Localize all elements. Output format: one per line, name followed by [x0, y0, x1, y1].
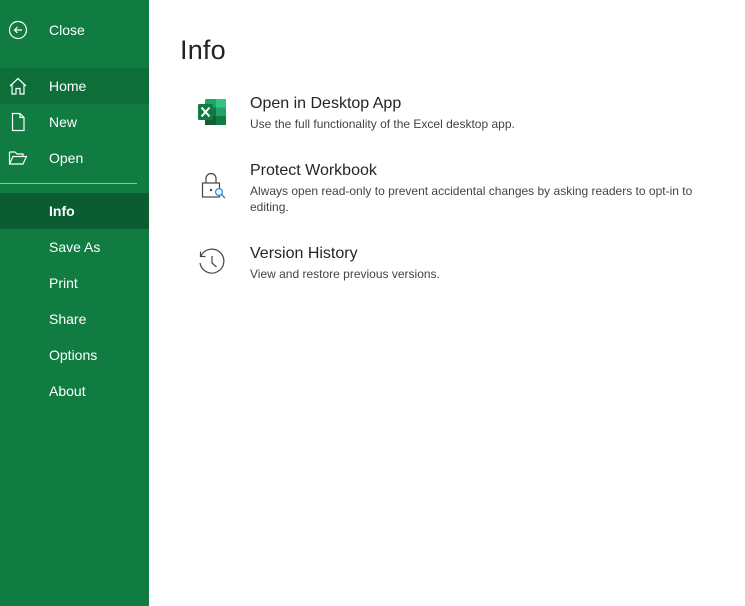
sidebar-item-label: New [49, 114, 78, 130]
sidebar-item-label: Info [49, 203, 75, 219]
sidebar-item-info[interactable]: Info [0, 193, 149, 229]
item-title: Protect Workbook [250, 162, 377, 179]
sidebar-item-save-as[interactable]: Save As [0, 229, 149, 265]
sidebar-item-label: Print [49, 275, 78, 291]
folder-open-icon [8, 148, 28, 168]
sidebar-divider [0, 183, 137, 184]
back-arrow-icon [8, 20, 28, 40]
sidebar-item-about[interactable]: About [0, 373, 149, 409]
excel-logo-icon [195, 95, 229, 129]
close-label: Close [49, 22, 85, 38]
sidebar-item-open[interactable]: Open [0, 140, 149, 176]
sidebar-item-print[interactable]: Print [0, 265, 149, 301]
sidebar-item-label: Save As [49, 239, 101, 255]
version-history-button[interactable]: Version History View and restore previou… [189, 245, 739, 285]
info-panel: Info Open in Desktop App Use the full fu… [149, 0, 745, 606]
sidebar-item-options[interactable]: Options [0, 337, 149, 373]
close-button[interactable]: Close [0, 12, 149, 48]
sidebar-item-label: Home [49, 78, 87, 94]
sidebar-item-label: About [49, 383, 86, 399]
item-title: Version History [250, 245, 358, 262]
sidebar-item-label: Options [49, 347, 98, 363]
history-clock-icon [195, 246, 229, 280]
open-in-desktop-app-button[interactable]: Open in Desktop App Use the full functio… [189, 95, 739, 135]
sidebar-item-label: Share [49, 311, 87, 327]
backstage-sidebar: Close Home New Open Info Save As Print S… [0, 0, 149, 606]
item-description: Always open read-only to prevent acciden… [250, 184, 693, 214]
sidebar-item-new[interactable]: New [0, 104, 149, 140]
home-icon [8, 76, 28, 96]
sidebar-item-home[interactable]: Home [0, 68, 149, 104]
item-description: View and restore previous versions. [250, 267, 440, 281]
item-title: Open in Desktop App [250, 95, 402, 112]
sidebar-item-share[interactable]: Share [0, 301, 149, 337]
new-document-icon [8, 112, 28, 132]
protect-workbook-button[interactable]: Protect Workbook Always open read-only t… [189, 162, 739, 216]
item-description: Use the full functionality of the Excel … [250, 117, 515, 131]
lock-search-icon [195, 168, 229, 202]
page-title: Info [180, 35, 226, 65]
sidebar-item-label: Open [49, 150, 84, 166]
